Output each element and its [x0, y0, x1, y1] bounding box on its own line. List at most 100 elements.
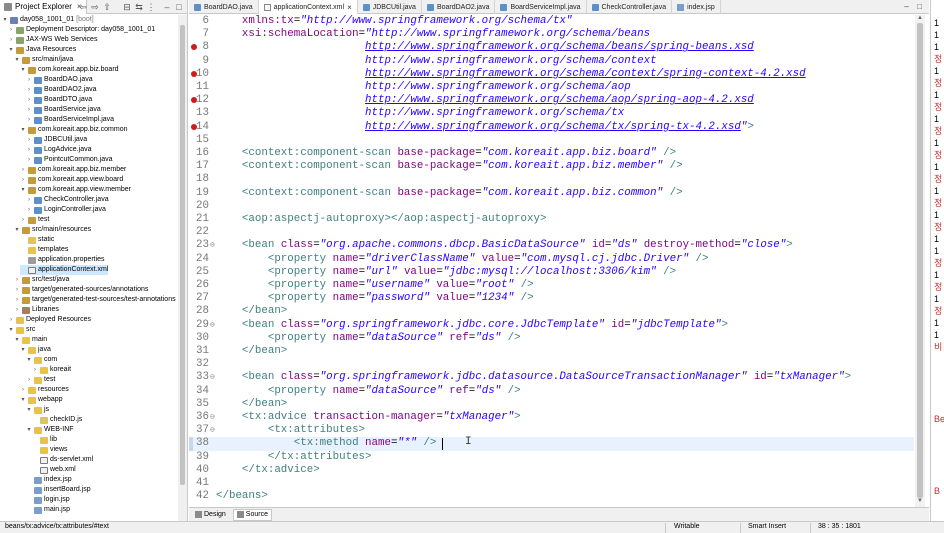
tree-item[interactable]: ▾ src/main/java	[14, 55, 73, 65]
tree-item[interactable]: › com.koreait.app.view.board	[20, 175, 123, 185]
tab-source[interactable]: Source	[232, 508, 272, 521]
tree-item[interactable]: › test	[20, 215, 49, 225]
expanded-icon[interactable]: ▾	[20, 125, 26, 135]
tree-item[interactable]: insertBoard.jsp	[26, 485, 91, 495]
collapsed-icon[interactable]: ›	[26, 135, 32, 145]
tree-item[interactable]: ▾ src/main/resources	[14, 225, 91, 235]
editor-tab[interactable]: BoardServiceImpl.java	[495, 0, 587, 14]
tree-item[interactable]: ▾ java	[20, 345, 51, 355]
collapsed-icon[interactable]: ›	[14, 295, 20, 305]
tree-item[interactable]: ▾ Java Resources	[8, 45, 76, 55]
tree-item[interactable]: › Deployed Resources	[8, 315, 91, 325]
fold-toggle-icon[interactable]: ⊖	[210, 319, 215, 332]
tree-item[interactable]: › target/generated-test-sources/test-anno…	[14, 295, 176, 305]
tree-item[interactable]: › BoardService.java	[26, 105, 101, 115]
collapsed-icon[interactable]: ›	[32, 365, 38, 375]
up-icon[interactable]: ⇧	[102, 1, 112, 13]
collapsed-icon[interactable]: ›	[14, 285, 20, 295]
collapsed-icon[interactable]: ›	[8, 25, 14, 35]
tree-item[interactable]: › Libraries	[14, 305, 59, 315]
fold-toggle-icon[interactable]: ⊖	[210, 411, 215, 424]
collapsed-icon[interactable]: ›	[26, 115, 32, 125]
collapsed-icon[interactable]: ›	[8, 315, 14, 325]
tree-item[interactable]: › src/test/java	[14, 275, 69, 285]
tree-item[interactable]: › BoardServiceImpl.java	[26, 115, 114, 125]
expanded-icon[interactable]: ▾	[26, 425, 32, 435]
expanded-icon[interactable]: ▾	[20, 65, 26, 75]
editor-scrollbar-thumb[interactable]	[917, 23, 923, 498]
editor-tab[interactable]: applicationContext.xml ×	[258, 0, 358, 14]
expanded-icon[interactable]: ▾	[20, 185, 26, 195]
tree-item[interactable]: templates	[20, 245, 68, 255]
back-icon[interactable]: ⇦	[78, 1, 88, 13]
tree-item[interactable]: ▾ day058_1001_01 [boot]	[2, 15, 94, 25]
collapsed-icon[interactable]: ›	[14, 305, 20, 315]
minimize-icon[interactable]: –	[902, 2, 911, 11]
tree-scrollbar-thumb[interactable]	[180, 25, 185, 485]
tree-item[interactable]: lib	[32, 435, 57, 445]
collapsed-icon[interactable]: ›	[26, 145, 32, 155]
tree-item[interactable]: › BoardDAO2.java	[26, 85, 97, 95]
expanded-icon[interactable]: ▾	[14, 225, 20, 235]
expanded-icon[interactable]: ▾	[26, 355, 32, 365]
scroll-down-icon[interactable]: ▼	[915, 498, 925, 504]
tree-item[interactable]: checkID.js	[32, 415, 82, 425]
editor-tab[interactable]: BoardDAO.java	[189, 0, 259, 14]
scroll-up-icon[interactable]: ▲	[915, 15, 925, 21]
collapsed-icon[interactable]: ›	[14, 275, 20, 285]
fold-toggle-icon[interactable]: ⊖	[210, 424, 215, 437]
expanded-icon[interactable]: ▾	[2, 15, 8, 25]
tree-item[interactable]: ▾ com.koreait.app.biz.board	[20, 65, 119, 75]
collapse-all-icon[interactable]: ⊟	[122, 1, 132, 13]
expanded-icon[interactable]: ▾	[8, 325, 14, 335]
collapsed-icon[interactable]: ›	[26, 75, 32, 85]
editor-tab[interactable]: BoardDAO2.java	[422, 0, 496, 14]
tree-item[interactable]: › LogAdvice.java	[26, 145, 91, 155]
collapsed-icon[interactable]: ›	[26, 195, 32, 205]
tree-item[interactable]: › CheckController.java	[26, 195, 109, 205]
collapsed-icon[interactable]: ›	[26, 85, 32, 95]
tree-item[interactable]: ▾ WEB-INF	[26, 425, 74, 435]
tree-item[interactable]: ds-servlet.xml	[32, 455, 93, 465]
tree-item[interactable]: › resources	[20, 385, 69, 395]
tree-item[interactable]: ▾ src	[8, 325, 35, 335]
tree-item[interactable]: › com.koreait.app.biz.member	[20, 165, 126, 175]
tree-item[interactable]: › BoardDTO.java	[26, 95, 92, 105]
minimize-icon[interactable]: –	[162, 1, 172, 13]
forward-icon[interactable]: ⇨	[90, 1, 100, 13]
editor-tab[interactable]: index.jsp	[672, 0, 721, 14]
tree-item[interactable]: › target/generated-sources/annotations	[14, 285, 148, 295]
collapsed-icon[interactable]: ›	[20, 385, 26, 395]
editor-tab[interactable]: JDBCUtil.java	[358, 0, 422, 14]
maximize-icon[interactable]: □	[174, 1, 184, 13]
expanded-icon[interactable]: ▾	[20, 345, 26, 355]
collapsed-icon[interactable]: ›	[20, 215, 26, 225]
view-menu-icon[interactable]: ⋮	[146, 1, 156, 13]
collapsed-icon[interactable]: ›	[20, 175, 26, 185]
fold-toggle-icon[interactable]: ⊖	[210, 239, 215, 252]
tree-item[interactable]: static	[20, 235, 54, 245]
tree-item[interactable]: ▾ com	[26, 355, 57, 365]
tab-design[interactable]: Design	[192, 509, 229, 521]
tree-scrollbar[interactable]	[178, 15, 187, 521]
tree-item[interactable]: › BoardDAO.java	[26, 75, 93, 85]
tree-item[interactable]: › LoginController.java	[26, 205, 106, 215]
tree-item[interactable]: index.jsp	[26, 475, 72, 485]
close-icon[interactable]: ×	[347, 3, 352, 12]
collapsed-icon[interactable]: ›	[26, 375, 32, 385]
tree-item[interactable]: › test	[26, 375, 55, 385]
expanded-icon[interactable]: ▾	[8, 45, 14, 55]
tree-item[interactable]: › Deployment Descriptor: day058_1001_01	[8, 25, 155, 35]
link-with-editor-icon[interactable]: ⇆	[134, 1, 144, 13]
tree-item[interactable]: main.jsp	[26, 505, 70, 515]
editor-scrollbar[interactable]: ▲ ▼	[915, 15, 925, 507]
tree-item[interactable]: views	[32, 445, 68, 455]
tree-item[interactable]: ▾ com.koreait.app.view.member	[20, 185, 131, 195]
collapsed-icon[interactable]: ›	[20, 165, 26, 175]
expanded-icon[interactable]: ▾	[14, 55, 20, 65]
tree-item[interactable]: ▾ js	[26, 405, 49, 415]
maximize-icon[interactable]: □	[915, 2, 924, 11]
tree-item[interactable]: web.xml	[32, 465, 76, 475]
collapsed-icon[interactable]: ›	[26, 105, 32, 115]
tree-item[interactable]: › PointcutCommon.java	[26, 155, 112, 165]
